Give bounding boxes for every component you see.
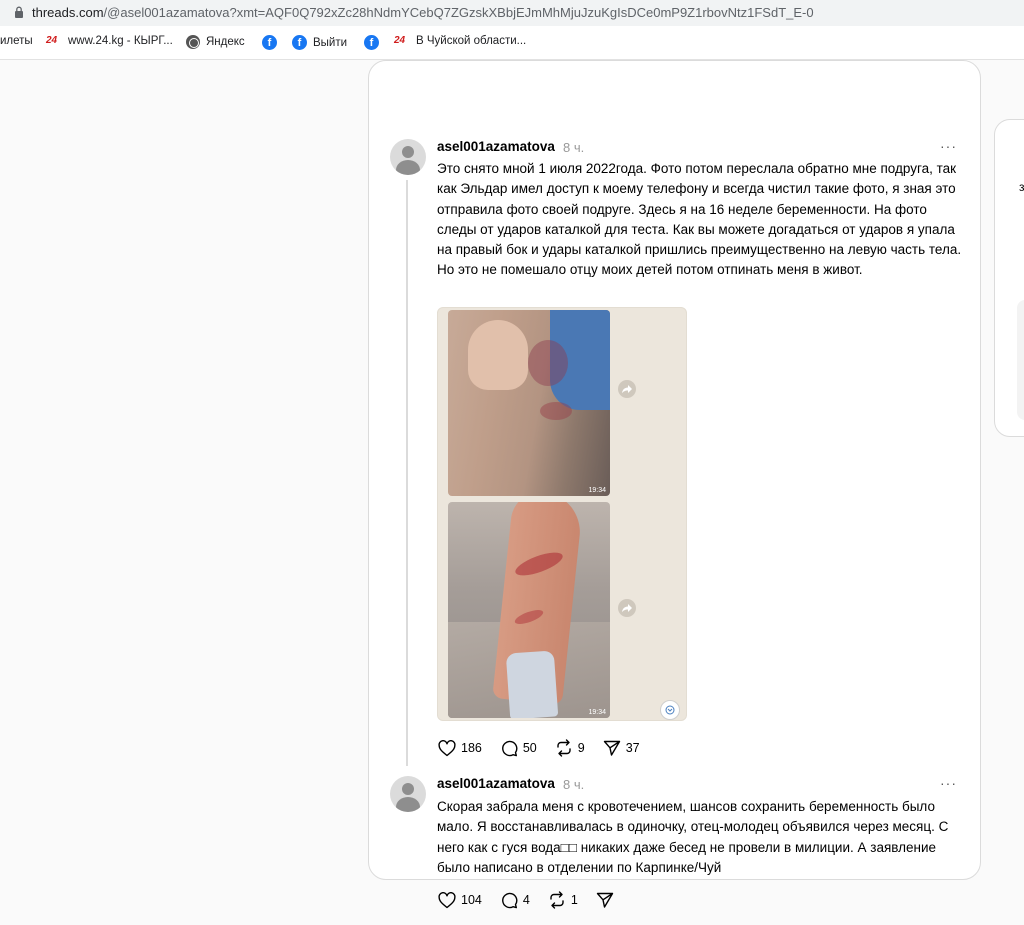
- comment-icon: [501, 740, 518, 757]
- send-icon: [603, 740, 620, 756]
- send-icon: [596, 892, 613, 908]
- facebook-icon: f: [292, 35, 307, 50]
- comment-button[interactable]: 4: [500, 891, 530, 909]
- post-time: 8 ч.: [563, 777, 585, 792]
- repost-icon: [557, 739, 571, 757]
- repost-count: 9: [577, 741, 585, 755]
- bookmark-facebook-2[interactable]: f: [364, 35, 379, 50]
- share-count: 37: [625, 741, 640, 755]
- address-bar[interactable]: threads.com/@asel001azamatova?xmt=AQF0Q7…: [0, 0, 1024, 26]
- photo-1[interactable]: 19:34: [448, 310, 610, 496]
- bookmark-label: www.24.kg - КЫРГ...: [68, 35, 173, 47]
- share-button[interactable]: [596, 891, 614, 909]
- share-button[interactable]: 37: [603, 739, 640, 757]
- bookmark-label: В Чуйской области...: [416, 35, 527, 47]
- post-username[interactable]: asel001azamatova: [437, 139, 555, 154]
- avatar[interactable]: [390, 139, 426, 175]
- repost-button[interactable]: 9: [555, 739, 585, 757]
- like-count: 104: [461, 893, 482, 907]
- bookmark-label: Яндекс: [206, 36, 245, 48]
- repost-count: 1: [570, 893, 578, 907]
- photo-timestamp: 19:34: [588, 709, 606, 716]
- repost-button[interactable]: 1: [548, 891, 578, 909]
- like-button[interactable]: 104: [438, 891, 482, 909]
- post-actions: 104 4 1: [438, 891, 632, 909]
- post-media[interactable]: 19:34 19:34: [437, 307, 687, 721]
- heart-icon: [438, 891, 456, 908]
- photo-detail: [540, 402, 572, 420]
- avatar-head: [402, 783, 414, 795]
- avatar[interactable]: [390, 776, 426, 812]
- avatar-head: [402, 146, 414, 158]
- more-options-icon[interactable]: ···: [940, 138, 957, 154]
- facebook-icon: f: [262, 35, 277, 50]
- forward-icon[interactable]: [618, 599, 636, 617]
- bookmark-facebook[interactable]: f: [262, 35, 277, 50]
- photo-detail: [528, 340, 568, 386]
- bookmark-logout[interactable]: f Выйти: [292, 35, 347, 50]
- thread-connector-line: [406, 180, 408, 766]
- side-panel-block: [1017, 300, 1024, 420]
- bookmark-tickets[interactable]: илеты: [0, 35, 33, 47]
- url-path: /@asel001azamatova?xmt=AQF0Q792xZc28hNdm…: [103, 5, 814, 20]
- like-count: 186: [461, 741, 482, 755]
- post-text: Это снято мной 1 июля 2022года. Фото пот…: [437, 161, 962, 278]
- photo-2[interactable]: 19:34: [448, 502, 610, 718]
- 24kg-icon: 24: [46, 35, 58, 46]
- side-panel: з: [994, 119, 1024, 437]
- avatar-body: [396, 160, 420, 175]
- photo-timestamp: 19:34: [588, 487, 606, 494]
- comment-button[interactable]: 50: [500, 739, 537, 757]
- post-username[interactable]: asel001azamatova: [437, 776, 555, 791]
- comment-count: 50: [522, 741, 537, 755]
- bookmark-label: Выйти: [313, 36, 348, 49]
- bookmark-24kg[interactable]: 24 www.24.kg - КЫРГ...: [46, 35, 173, 47]
- avatar-body: [396, 797, 420, 812]
- lock-icon: [15, 6, 23, 18]
- heart-icon: [438, 739, 456, 756]
- scroll-down-icon[interactable]: [660, 700, 680, 720]
- 24kg-icon: 24: [394, 35, 406, 46]
- forward-icon[interactable]: [618, 380, 636, 398]
- url-host: threads.com: [32, 5, 104, 20]
- more-options-icon[interactable]: ···: [940, 775, 957, 791]
- photo-detail: [505, 650, 559, 718]
- side-panel-text: з: [1019, 180, 1024, 194]
- repost-icon: [550, 891, 564, 909]
- bookmarks-bar: илеты 24 www.24.kg - КЫРГ... Яндекс f f …: [0, 26, 1024, 60]
- bookmark-yandex[interactable]: Яндекс: [186, 35, 245, 49]
- url-text[interactable]: threads.com/@asel001azamatova?xmt=AQF0Q7…: [32, 5, 814, 20]
- facebook-icon: f: [364, 35, 379, 50]
- like-button[interactable]: 186: [438, 739, 482, 757]
- photo-detail: [468, 320, 528, 390]
- globe-icon: [186, 35, 200, 49]
- post-text: Скорая забрала меня с кровотечением, шан…: [437, 799, 949, 875]
- post-actions: 186 50 9 37: [438, 739, 658, 757]
- comment-icon: [501, 892, 518, 909]
- bookmark-label: илеты: [0, 35, 33, 47]
- post-time: 8 ч.: [563, 140, 585, 155]
- bookmark-chui[interactable]: 24 В Чуйской области...: [394, 35, 526, 47]
- comment-count: 4: [522, 893, 530, 907]
